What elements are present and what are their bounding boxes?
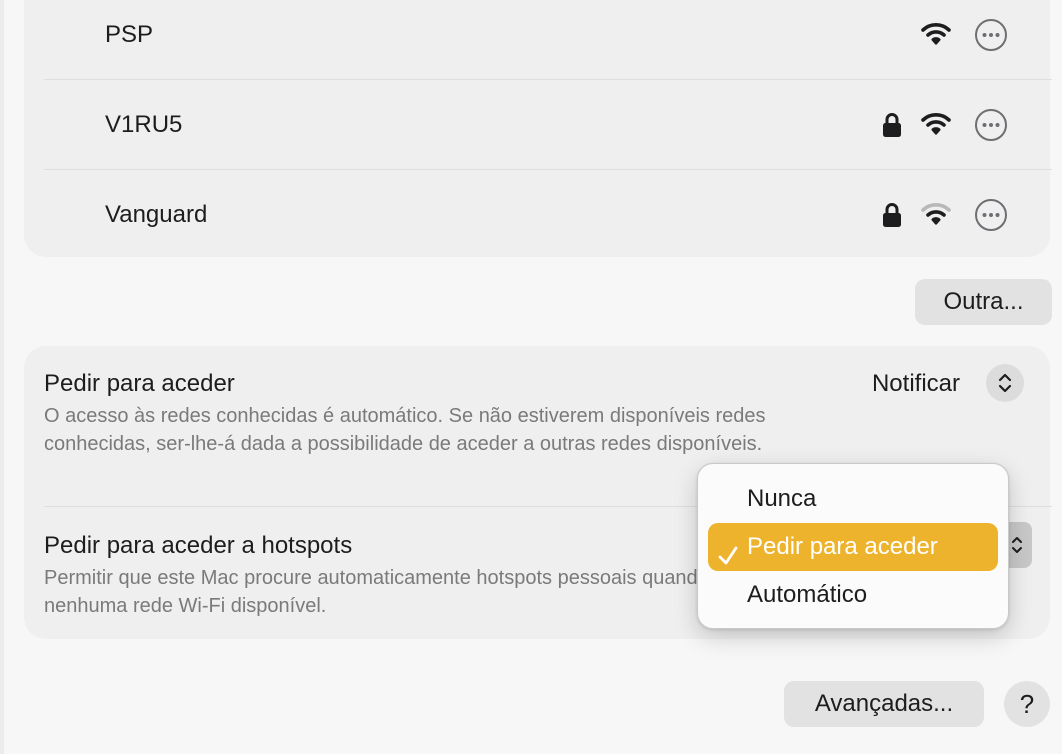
lock-icon bbox=[881, 202, 903, 228]
ask-join-value[interactable]: Notificar bbox=[784, 370, 960, 398]
ask-join-title: Pedir para aceder bbox=[44, 370, 235, 397]
more-options-icon[interactable] bbox=[975, 109, 1007, 141]
ask-join-dropdown-menu: Nunca Pedir para aceder Automático bbox=[697, 463, 1009, 629]
network-row-psp[interactable]: PSP bbox=[24, 0, 1050, 80]
other-network-button[interactable]: Outra... bbox=[915, 279, 1052, 325]
ask-join-description: O acesso às redes conhecidas é automátic… bbox=[44, 405, 766, 455]
stepper-icon bbox=[998, 373, 1012, 393]
help-button[interactable]: ? bbox=[1004, 681, 1050, 727]
checkmark-icon bbox=[717, 536, 739, 565]
more-options-icon[interactable] bbox=[975, 199, 1007, 231]
menu-item-nunca[interactable]: Nunca bbox=[708, 475, 998, 523]
lock-icon bbox=[881, 112, 903, 138]
network-row-v1ru5[interactable]: V1RU5 bbox=[24, 80, 1050, 170]
menu-item-automatico[interactable]: Automático bbox=[708, 571, 998, 619]
wifi-icon bbox=[920, 200, 952, 226]
menu-item-label: Automático bbox=[747, 581, 868, 608]
advanced-button[interactable]: Avançadas... bbox=[784, 681, 984, 727]
networks-list: PSP V1RU5 Vanguard bbox=[24, 0, 1052, 260]
menu-item-pedir-para-aceder[interactable]: Pedir para aceder bbox=[708, 523, 998, 571]
ask-hotspots-title: Pedir para aceder a hotspots bbox=[44, 532, 353, 559]
window-left-edge bbox=[0, 0, 4, 754]
network-row-vanguard[interactable]: Vanguard bbox=[24, 170, 1050, 260]
ask-join-stepper[interactable] bbox=[986, 364, 1024, 402]
menu-item-label: Pedir para aceder bbox=[747, 533, 938, 560]
network-name: Vanguard bbox=[105, 201, 208, 228]
network-name: V1RU5 bbox=[105, 111, 183, 138]
wifi-icon bbox=[920, 20, 952, 46]
stepper-icon bbox=[1012, 537, 1022, 553]
wifi-icon bbox=[920, 110, 952, 136]
menu-item-label: Nunca bbox=[747, 485, 817, 512]
more-options-icon[interactable] bbox=[975, 19, 1007, 51]
network-name: PSP bbox=[105, 21, 154, 48]
